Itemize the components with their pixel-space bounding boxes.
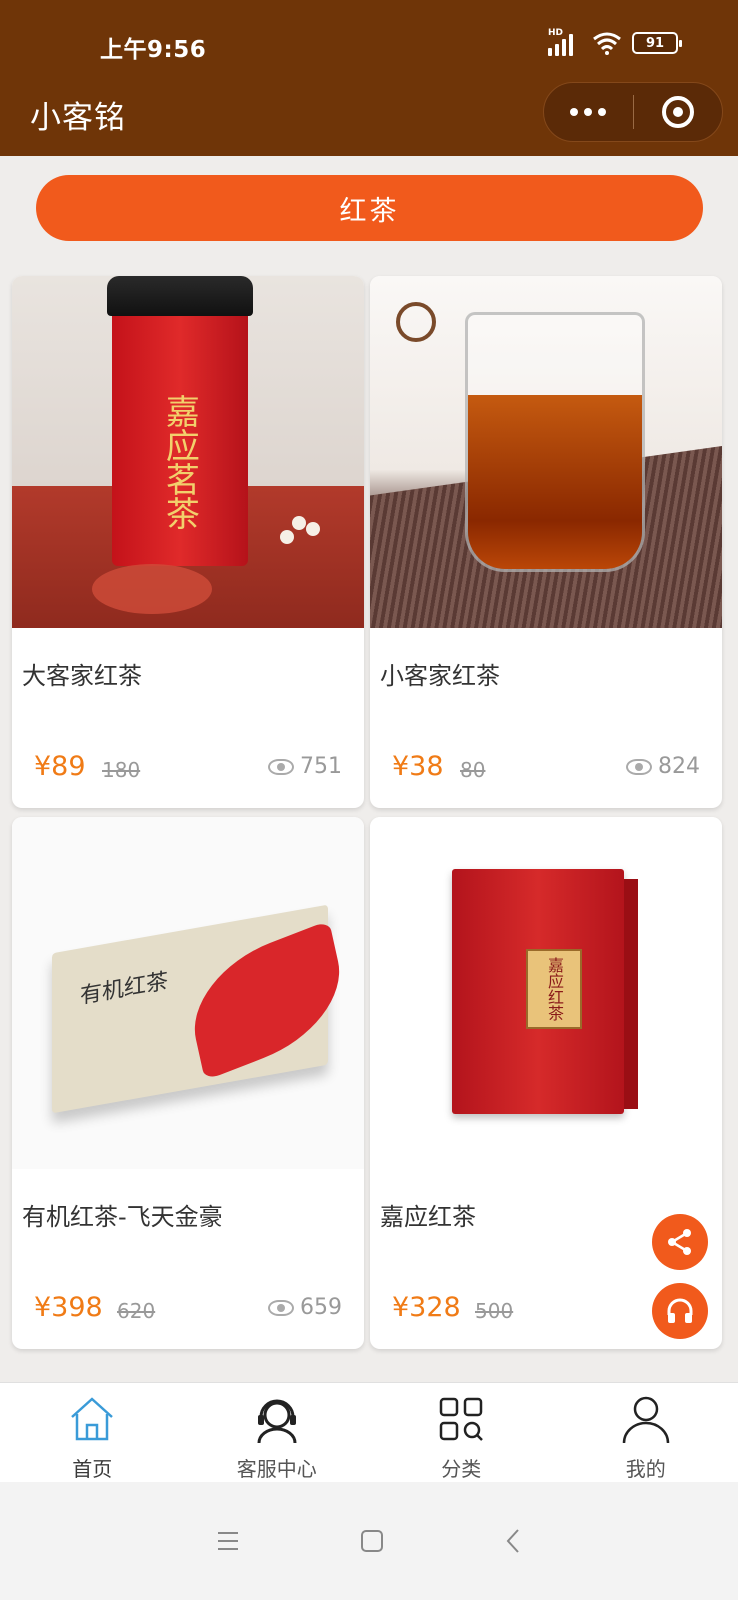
tab-category[interactable]: 分类	[369, 1383, 554, 1482]
original-price: 80	[460, 758, 486, 782]
original-price: 620	[117, 1299, 156, 1323]
eye-icon	[268, 758, 294, 775]
headphones-icon	[667, 1298, 693, 1323]
tab-customer-service[interactable]: 客服中心	[185, 1383, 370, 1482]
system-nav-bar	[0, 1482, 738, 1600]
box-label: 有机红茶	[80, 968, 169, 1010]
product-card[interactable]: 嘉应茗茶 大客家红茶 ¥89 180 751	[12, 276, 364, 808]
view-count: 824	[626, 754, 700, 779]
signal-icon: HD	[548, 28, 582, 56]
network-type: HD	[548, 28, 564, 38]
category-button[interactable]: 红茶	[36, 175, 703, 241]
wifi-icon	[593, 32, 621, 55]
close-button[interactable]	[634, 96, 723, 128]
view-count: 751	[268, 754, 342, 779]
product-name: 有机红茶-飞天金豪	[22, 1203, 223, 1231]
original-price: 500	[475, 1299, 514, 1323]
box-label: 嘉应红茶	[526, 949, 582, 1029]
product-image: 有机红茶	[12, 817, 364, 1169]
product-price: ¥89	[34, 751, 86, 782]
product-image	[370, 276, 722, 628]
product-card[interactable]: 小客家红茶 ¥38 80 824	[370, 276, 722, 808]
back-icon[interactable]	[504, 1528, 522, 1554]
menu-icon[interactable]	[216, 1530, 240, 1552]
product-price: ¥398	[34, 1292, 103, 1323]
battery-icon: 91	[632, 32, 682, 54]
customer-service-button[interactable]	[652, 1283, 708, 1339]
grid-search-icon	[440, 1397, 484, 1441]
product-price: ¥328	[392, 1292, 461, 1323]
view-count: 659	[268, 1295, 342, 1320]
battery-level: 91	[645, 35, 665, 51]
top-header: 上午9:56 HD 91 小客铭	[0, 0, 738, 156]
product-card[interactable]: 有机红茶 有机红茶-飞天金豪 ¥398 620 659	[12, 817, 364, 1349]
tin-label: 嘉应茗茶	[159, 394, 200, 530]
view-count-value: 659	[300, 1295, 342, 1320]
miniprogram-capsule	[543, 82, 723, 142]
close-circle-icon	[661, 96, 694, 128]
home-square-icon[interactable]	[360, 1529, 384, 1553]
view-count-value: 824	[658, 754, 700, 779]
product-name: 小客家红茶	[380, 662, 500, 690]
headset-icon	[257, 1399, 297, 1444]
tab-label: 客服中心	[236, 1457, 317, 1481]
original-price: 180	[102, 758, 141, 782]
more-button[interactable]	[544, 108, 633, 116]
product-name: 嘉应红茶	[380, 1203, 476, 1231]
product-price: ¥38	[392, 751, 444, 782]
status-icons: HD 91	[548, 28, 682, 56]
tab-label: 分类	[441, 1457, 482, 1481]
home-icon	[71, 1397, 114, 1441]
view-count-value: 751	[300, 754, 342, 779]
product-image: 嘉应红茶	[370, 817, 722, 1169]
status-time: 上午9:56	[100, 37, 207, 63]
eye-icon	[626, 758, 652, 775]
tab-label: 我的	[625, 1457, 666, 1481]
product-image: 嘉应茗茶	[12, 276, 364, 628]
brand-logo-icon	[396, 302, 436, 342]
tab-profile[interactable]: 我的	[554, 1383, 738, 1482]
app-title: 小客铭	[30, 100, 126, 136]
bottom-tab-bar: 首页 客服中心 分类 我的	[0, 1382, 738, 1482]
tab-home[interactable]: 首页	[0, 1383, 185, 1482]
share-button[interactable]	[652, 1214, 708, 1270]
product-card[interactable]: 嘉应红茶 嘉应红茶 ¥328 500	[370, 817, 722, 1349]
tab-label: 首页	[72, 1457, 113, 1481]
user-icon	[622, 1396, 669, 1444]
share-icon	[668, 1229, 691, 1255]
eye-icon	[268, 1299, 294, 1316]
product-name: 大客家红茶	[22, 662, 142, 690]
